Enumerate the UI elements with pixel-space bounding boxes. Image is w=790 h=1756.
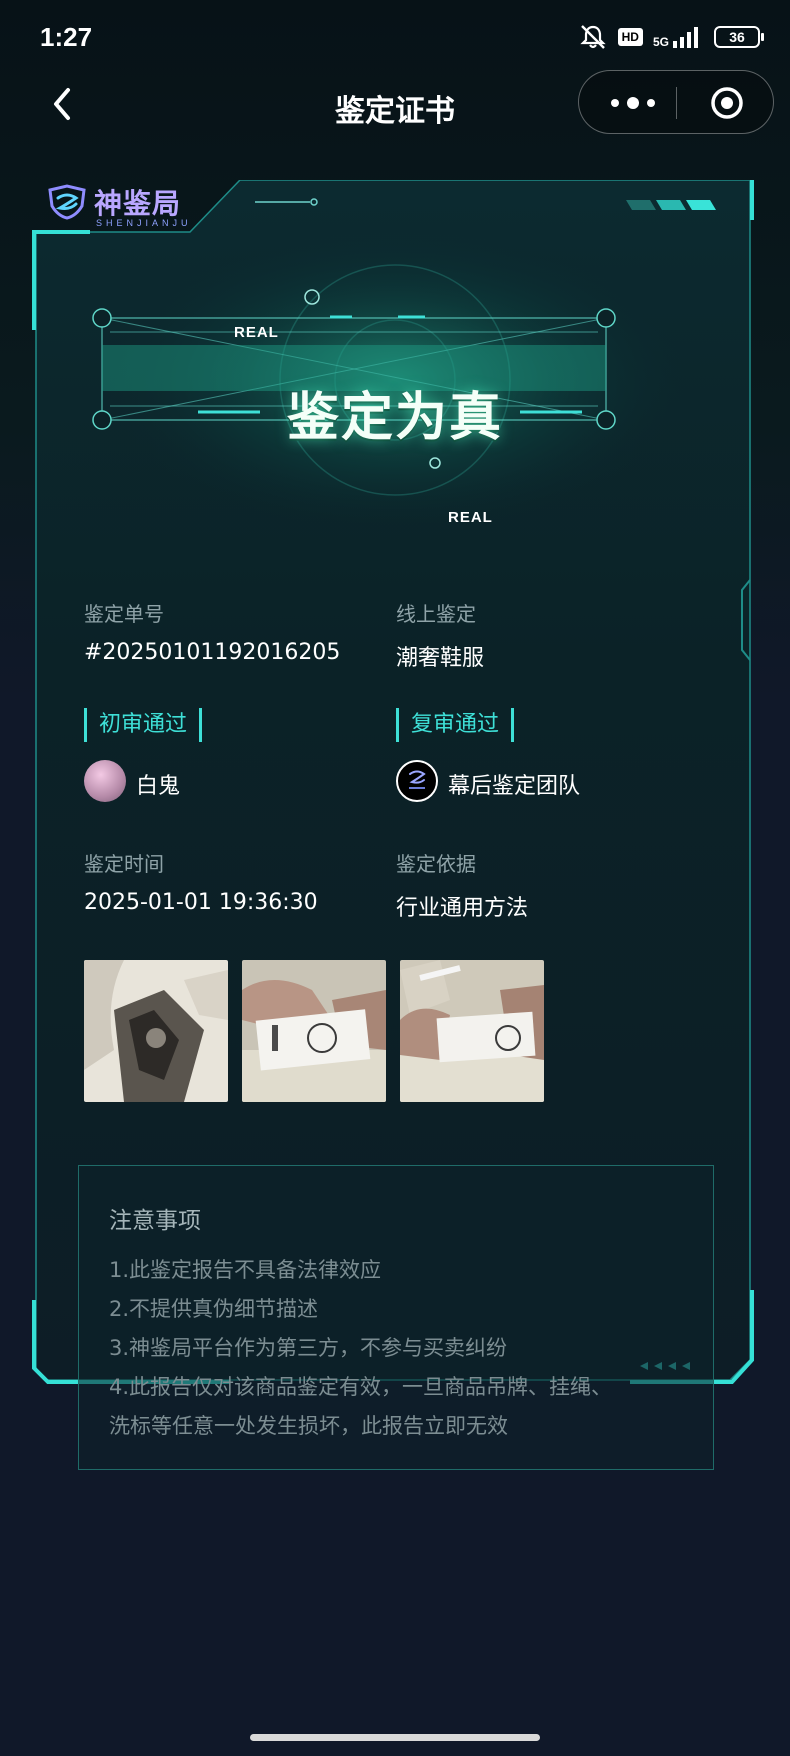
miniapp-capsule [578,70,774,134]
evidence-photo-2[interactable] [242,960,386,1102]
notice-line-1: 1.此鉴定报告不具备法律效应 [109,1258,382,1282]
more-dots-icon[interactable] [605,89,661,117]
close-miniapp-icon[interactable] [709,85,745,121]
second-review-badge: 复审通过 [396,708,515,742]
appraisal-time-label: 鉴定时间 [84,852,164,876]
status-icons: HD 5G 36 [578,24,764,50]
home-indicator[interactable] [250,1734,540,1741]
first-appraiser-avatar [84,760,126,802]
battery-indicator: 36 [714,26,764,48]
notice-box: 注意事项 1.此鉴定报告不具备法律效应 2.不提供真伪细节描述 3.神鉴局平台作… [78,1165,714,1470]
notice-line-2: 2.不提供真伪细节描述 [109,1297,319,1321]
notice-title: 注意事项 [109,1208,201,1234]
brand-name: 神鉴局 [94,187,182,220]
appraisal-mode-label: 线上鉴定 [396,602,476,626]
appraisal-time-value: 2025-01-01 19:36:30 [84,890,318,915]
notice-line-4: 4.此报告仅对该商品鉴定有效，一旦商品吊牌、挂绳、 [109,1375,613,1399]
real-tag-top: REAL [234,324,279,341]
garment-print-photo [84,960,228,1102]
notice-line-3: 3.神鉴局平台作为第三方，不参与买卖纠纷 [109,1336,508,1360]
real-tag-bottom: REAL [448,509,493,526]
order-number-value: #20250101192016205 [84,640,341,665]
network-type: 5G [652,35,669,49]
evidence-photo-1[interactable] [84,960,228,1102]
appraisal-category-value: 潮奢鞋服 [396,646,485,671]
nav-bar: 鉴定证书 [0,70,790,140]
brand-subtitle: SHENJIANJU [96,218,192,228]
signal-bars-icon [673,27,698,48]
first-review-badge: 初审通过 [84,708,203,742]
status-bar: 1:27 HD 5G 36 [0,0,790,76]
shield-logo-icon [48,184,86,220]
status-time: 1:27 [40,22,93,52]
order-number-label: 鉴定单号 [84,602,164,626]
hd-badge: HD [617,28,643,46]
evidence-photo-3[interactable] [400,960,544,1102]
second-appraiser-avatar [396,760,438,802]
wash-label-photo-1 [242,960,386,1102]
verdict-text: 鉴定为真 [286,388,503,448]
appraisal-basis-value: 行业通用方法 [396,896,529,921]
appraisal-basis-label: 鉴定依据 [396,852,476,876]
first-appraiser-name: 白鬼 [136,774,181,799]
mute-bell-icon [579,25,606,49]
second-appraiser-name: 幕后鉴定团队 [448,774,581,799]
team-logo-icon [409,770,426,789]
capsule-divider [676,87,677,119]
signal-indicator: 5G [653,26,704,48]
wash-label-photo-2 [400,960,544,1102]
brand-logo: 神鉴局 SHENJIANJU [46,182,188,228]
notice-line-5: 洗标等任意一处发生损坏，此报告立即无效 [109,1414,508,1438]
